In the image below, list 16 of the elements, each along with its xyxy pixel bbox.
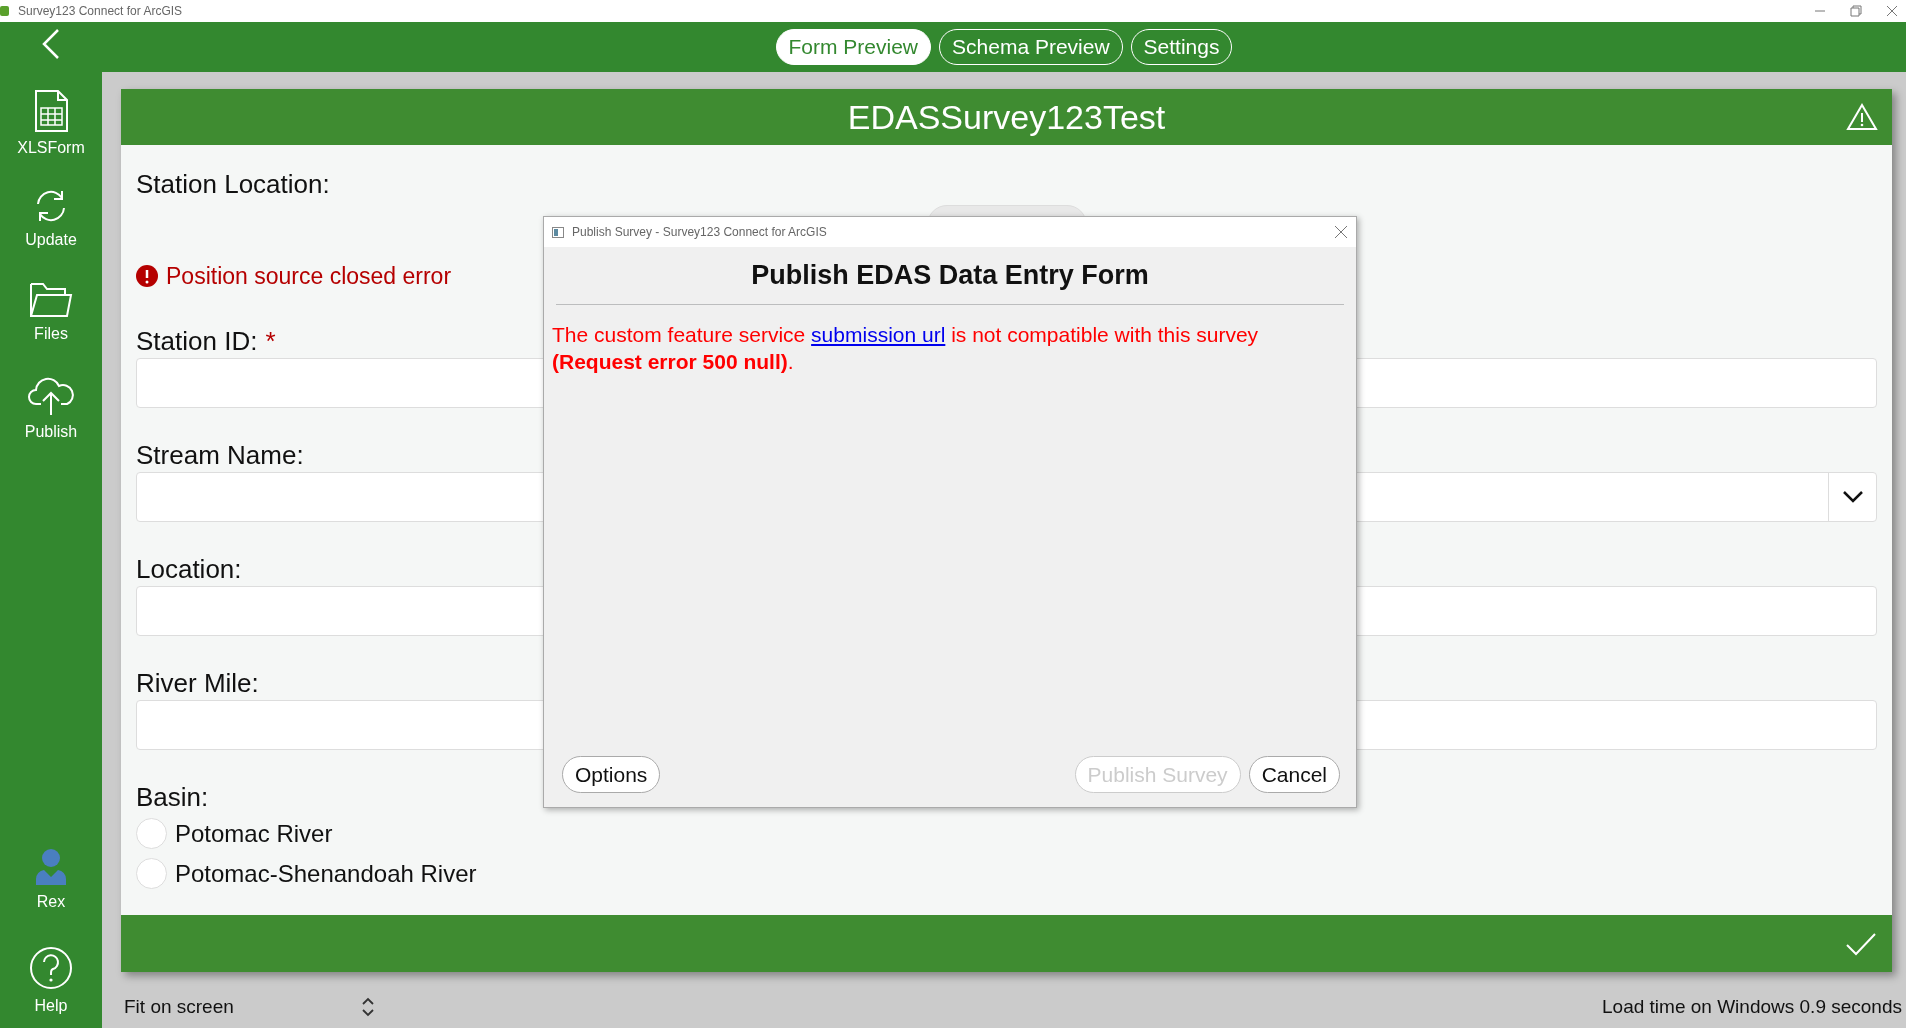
dialog-title: Publish Survey - Survey123 Connect for ArcGIS [572,224,827,241]
field-label: Station Location: [136,168,330,201]
dialog-heading: Publish EDAS Data Entry Form [750,259,1150,292]
field-label: Station ID: [136,324,258,358]
field-label: River Mile: [136,666,259,700]
error-message: Position source closed error [166,262,452,291]
option-label: Potomac River [175,818,333,849]
form-title: EDASSurvey123Test [847,96,1166,138]
error-message: The custom feature service submission url is not compatible with this survey (Request error 500 null). [552,321,1260,375]
load-time-text: Load time on Windows 0.9 seconds [1602,994,1902,1019]
window-title: Survey123 Connect for ArcGIS [18,3,183,20]
required-mark: * [265,324,276,358]
field-label: Basin: [136,780,209,814]
field-label: Location: [136,552,242,586]
field-label: Stream Name: [136,438,304,472]
option-label: Potomac-Shenandoah River [175,858,477,889]
